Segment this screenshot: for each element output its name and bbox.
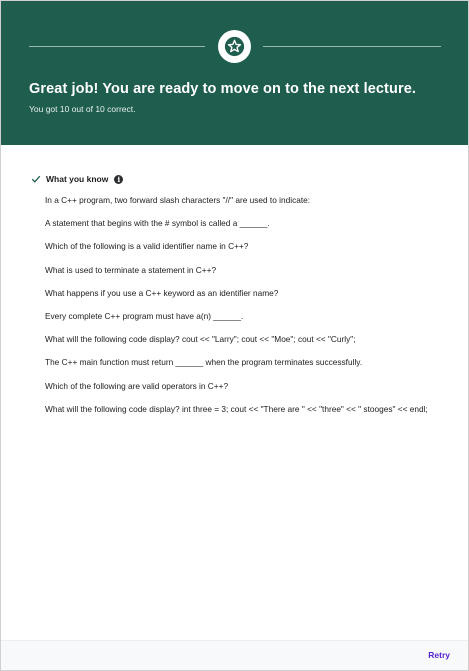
question-item: Which of the following is a valid identi…	[45, 241, 249, 252]
section-header: What you know i	[31, 172, 448, 186]
info-icon[interactable]: i	[114, 174, 124, 184]
star-badge	[218, 30, 251, 63]
result-score: You got 10 out of 10 correct.	[29, 104, 136, 114]
check-icon	[31, 174, 41, 184]
retry-button[interactable]: Retry	[428, 650, 450, 660]
question-item: What happens if you use a C++ keyword as…	[45, 287, 279, 298]
header-divider-right	[263, 46, 441, 47]
question-item: A statement that begins with the # symbo…	[45, 218, 270, 229]
section-title: What you know	[46, 174, 109, 184]
footer-bar: Retry	[1, 640, 468, 670]
question-item: What is used to terminate a statement in…	[45, 264, 217, 275]
question-item: In a C++ program, two forward slash char…	[45, 195, 311, 205]
header-divider-left	[29, 46, 205, 47]
star-icon	[224, 36, 245, 57]
question-item: The C++ main function must return ______…	[45, 357, 363, 368]
question-list: In a C++ program, two forward slash char…	[45, 194, 448, 426]
completion-header: Great job! You are ready to move on to t…	[1, 1, 468, 145]
what-you-know-section: What you know i In a C++ program, two fo…	[31, 172, 448, 426]
result-title: Great job! You are ready to move on to t…	[29, 81, 416, 97]
question-item: Every complete C++ program must have a(n…	[45, 310, 244, 321]
question-item: What will the following code display? in…	[45, 403, 428, 414]
question-item: Which of the following are valid operato…	[45, 380, 229, 391]
question-item: What will the following code display? co…	[45, 334, 356, 345]
